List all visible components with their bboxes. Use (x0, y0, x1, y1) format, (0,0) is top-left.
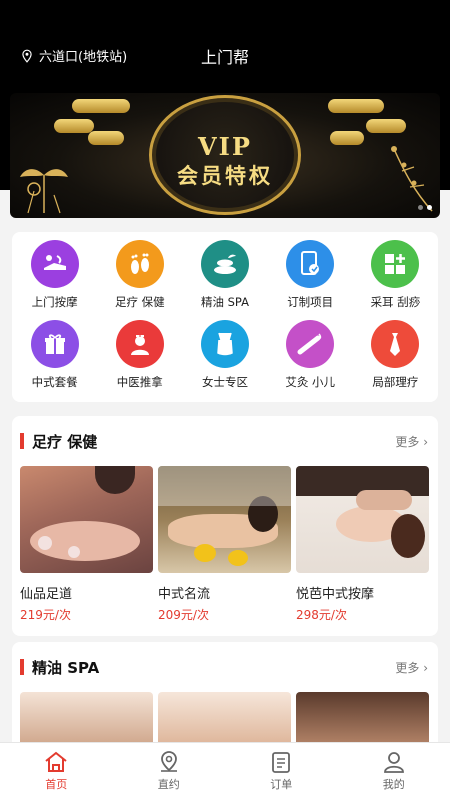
carousel-dot[interactable] (418, 205, 423, 210)
gold-cloud-decoration (88, 131, 124, 145)
carousel-indicator (418, 205, 432, 210)
carousel-dot-active[interactable] (427, 205, 432, 210)
gold-cloud-decoration (54, 119, 94, 133)
section-accent-bar (20, 659, 24, 675)
category-item[interactable]: 足疗 保健 (97, 238, 182, 318)
service-list: 仙品足道 219元/次 中式名流 209元/次 悦芭中式按摩 298元/次 (20, 466, 429, 623)
promo-banner[interactable]: VIP 会员特权 (10, 93, 440, 218)
service-photo (296, 466, 429, 573)
vip-medal: VIP 会员特权 (149, 95, 301, 215)
home-icon (45, 751, 67, 772)
service-photo (20, 466, 153, 573)
category-item[interactable]: 艾灸 小儿 (268, 318, 353, 398)
tab-label: 首页 (45, 778, 68, 791)
more-link[interactable]: 更多 › (395, 659, 428, 676)
moxa-stick-icon (286, 320, 335, 368)
service-card[interactable]: 仙品足道 219元/次 (20, 466, 153, 623)
more-label: 更多 (395, 434, 420, 449)
category-label: 艾灸 小儿 (285, 375, 336, 389)
category-item[interactable]: 中式套餐 (12, 318, 97, 398)
service-name: 中式名流 (158, 587, 211, 602)
tab-orders[interactable]: 订单 (225, 743, 338, 800)
section-title: 足疗 保健 (32, 432, 98, 451)
gift-icon (30, 320, 79, 368)
category-item[interactable]: 订制项目 (268, 238, 353, 318)
category-item[interactable]: 精油 SPA (182, 238, 267, 318)
service-price: 219元/次 (20, 608, 71, 622)
section-header: 精油 SPA 更多 › (20, 656, 428, 678)
banner-member-text: 会员特权 (177, 164, 273, 188)
service-card[interactable]: 悦芭中式按摩 298元/次 (296, 466, 429, 623)
category-label: 精油 SPA (200, 295, 249, 309)
order-list-icon (272, 752, 291, 773)
tie-icon (371, 320, 420, 368)
section-accent-bar (20, 433, 24, 449)
category-label: 局部理疗 (372, 375, 419, 389)
more-label: 更多 (395, 660, 420, 675)
category-item[interactable]: 上门按摩 (12, 238, 97, 318)
service-name: 仙品足道 (20, 587, 73, 602)
branch-decoration-icon (391, 146, 433, 212)
map-pin-icon (160, 751, 177, 772)
tab-mine[interactable]: 我的 (338, 743, 450, 800)
gold-cloud-decoration (328, 99, 384, 113)
tab-label: 订单 (270, 778, 293, 791)
swimsuit-icon (200, 320, 249, 368)
category-label: 上门按摩 (31, 295, 78, 309)
massage-icon (30, 240, 79, 288)
category-item[interactable]: 中医推拿 (97, 318, 182, 398)
category-item[interactable]: 采耳 刮痧 (353, 238, 438, 318)
service-price: 298元/次 (296, 608, 347, 622)
tab-home[interactable]: 首页 (0, 743, 113, 800)
chevron-right-icon: › (423, 660, 428, 675)
section-foot-care: 足疗 保健 更多 › 仙品足道 219元/次 中式名流 209元/次 悦芭中式按… (12, 416, 438, 636)
category-label: 中医推拿 (116, 375, 163, 389)
gold-cloud-decoration (366, 119, 406, 133)
banner-vip-text: VIP (198, 132, 252, 161)
chevron-right-icon: › (423, 434, 428, 449)
tab-label: 我的 (382, 778, 405, 791)
service-price: 209元/次 (158, 608, 209, 622)
page-title: 上门帮 (200, 48, 249, 67)
user-icon (383, 752, 404, 773)
service-photo (158, 466, 291, 573)
service-name: 悦芭中式按摩 (296, 587, 375, 602)
category-label: 中式套餐 (31, 375, 78, 389)
tab-direct[interactable]: 直约 (113, 743, 226, 800)
spa-stones-icon (200, 240, 249, 288)
section-title: 精油 SPA (32, 658, 100, 677)
category-item[interactable]: 局部理疗 (353, 318, 438, 398)
doctor-icon (115, 320, 164, 368)
more-link[interactable]: 更多 › (395, 433, 428, 450)
grid-plus-icon (371, 240, 420, 288)
section-header: 足疗 保健 更多 › (20, 430, 428, 452)
service-card[interactable]: 中式名流 209元/次 (158, 466, 291, 623)
gold-cloud-decoration (72, 99, 130, 113)
gold-cloud-decoration (330, 131, 364, 145)
category-label: 女士专区 (201, 375, 248, 389)
category-label: 采耳 刮痧 (370, 295, 421, 309)
feet-icon (115, 240, 164, 288)
bottom-tab-bar: 首页 直约 订单 我的 (0, 742, 450, 800)
category-grid: 上门按摩 足疗 保健 精油 SPA 订制项目 采耳 刮痧 中式套餐 中医推拿 女… (12, 232, 438, 402)
category-item[interactable]: 女士专区 (182, 318, 267, 398)
lotus-decoration-icon (20, 169, 68, 214)
tab-label: 直约 (157, 778, 180, 791)
category-label: 足疗 保健 (114, 295, 165, 309)
category-label: 订制项目 (287, 295, 334, 309)
phone-order-icon (286, 240, 335, 288)
